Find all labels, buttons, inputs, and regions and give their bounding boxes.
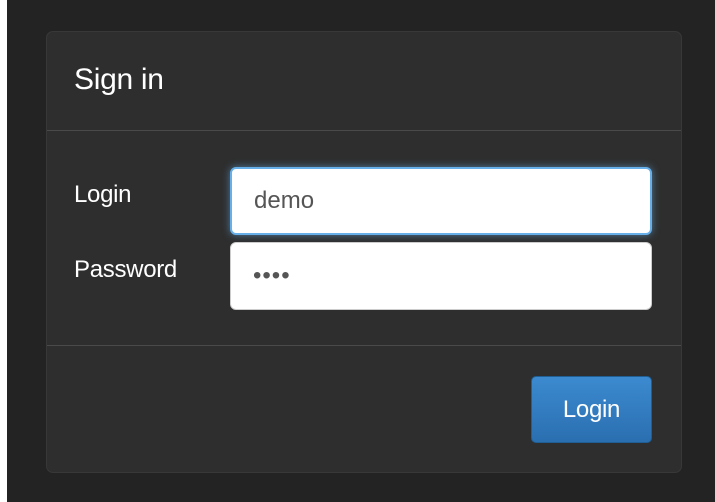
login-field[interactable] bbox=[230, 167, 652, 235]
sign-in-panel: Sign in Login Password Login bbox=[46, 31, 682, 473]
panel-heading: Sign in bbox=[47, 32, 681, 131]
password-field[interactable] bbox=[230, 242, 652, 310]
page-background: Sign in Login Password Login bbox=[7, 0, 715, 502]
login-button[interactable]: Login bbox=[531, 376, 652, 443]
login-label: Login bbox=[74, 181, 132, 208]
sign-in-form: Login Password bbox=[47, 131, 681, 346]
password-label: Password bbox=[74, 256, 177, 283]
panel-footer: Login bbox=[47, 346, 681, 472]
page-title: Sign in bbox=[74, 63, 164, 96]
